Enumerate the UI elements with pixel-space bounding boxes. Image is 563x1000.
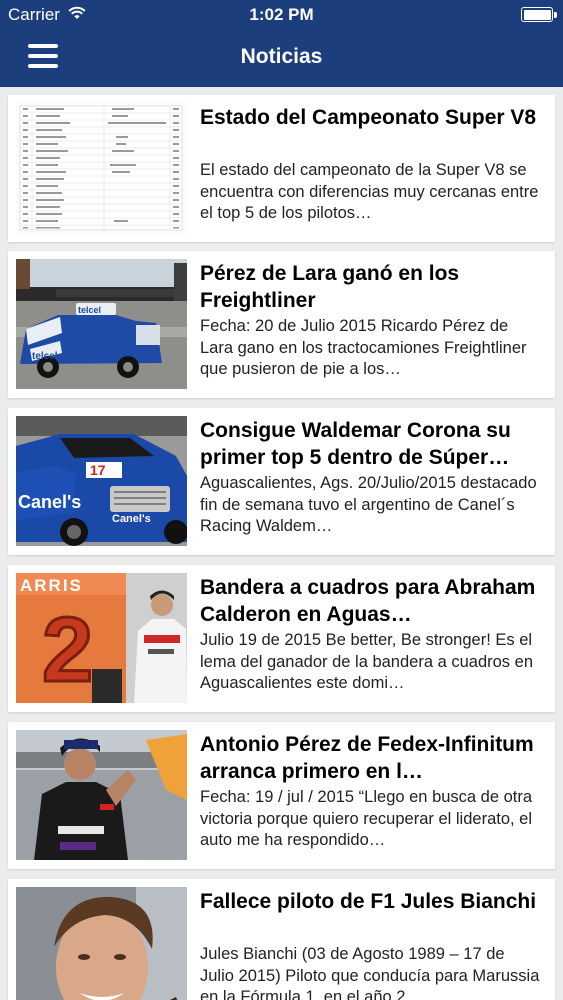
news-item[interactable]: ARRIS 2 Bandera a cuadros para Abraham C… xyxy=(8,565,555,712)
standings-table-thumbnail xyxy=(16,103,187,233)
news-summary: Jules Bianchi (03 de Agosto 1989 – 17 de… xyxy=(200,945,540,1000)
svg-text:telcel: telcel xyxy=(78,305,101,315)
svg-text:17: 17 xyxy=(90,462,106,478)
svg-text:Canel's: Canel's xyxy=(18,492,81,512)
news-item[interactable]: Estado del Campeonato Super V8 El estado… xyxy=(8,95,555,242)
news-title: Pérez de Lara ganó en los Freightliner xyxy=(200,262,460,312)
news-summary: El estado del campeonato de la Super V8 … xyxy=(200,161,539,222)
driver-podium-thumbnail: ARRIS 2 xyxy=(16,573,187,703)
clock: 1:02 PM xyxy=(249,5,314,24)
news-summary: Fecha: 19 / jul / 2015 “Llego en busca d… xyxy=(200,788,533,849)
svg-text:ARRIS: ARRIS xyxy=(20,576,83,595)
battery-icon xyxy=(521,7,557,22)
race-car-thumbnail: 17 Canel's Canel's xyxy=(16,416,187,546)
page-title: Noticias xyxy=(240,45,323,68)
svg-text:telcel: telcel xyxy=(32,351,58,362)
driver-portrait-thumbnail xyxy=(16,887,187,1000)
news-item[interactable]: Fallece piloto de F1 Jules Bianchi Jules… xyxy=(8,879,555,1000)
news-title: Fallece piloto de F1 Jules Bianchi xyxy=(200,890,537,913)
news-item[interactable]: Antonio Pérez de Fedex-Infinitum arranca… xyxy=(8,722,555,869)
svg-text:Canel's: Canel's xyxy=(112,513,151,525)
news-summary: Julio 19 de 2015 Be better, Be stronger!… xyxy=(200,631,533,692)
news-title: Bandera a cuadros para Abraham Calderon … xyxy=(200,576,536,626)
news-title: Estado del Campeonato Super V8 xyxy=(200,106,537,129)
news-item[interactable]: telcel telcel Pérez de Lara ganó en los … xyxy=(8,251,555,398)
status-bar: Carrier 1:02 PM xyxy=(0,0,563,30)
nav-header: Carrier 1:02 PM Noticias xyxy=(0,0,563,87)
news-summary: Aguascalientes, Ags. 20/Julio/2015 desta… xyxy=(200,474,537,535)
svg-text:2: 2 xyxy=(42,599,93,701)
news-title: Consigue Waldemar Corona su primer top 5… xyxy=(200,419,511,469)
news-title: Antonio Pérez de Fedex-Infinitum arranca… xyxy=(200,733,534,783)
driver-celebration-thumbnail xyxy=(16,730,187,860)
race-truck-thumbnail: telcel telcel xyxy=(16,259,187,389)
news-item[interactable]: 17 Canel's Canel's Consigue Waldemar Cor… xyxy=(8,408,555,555)
news-summary: Fecha: 20 de Julio 2015 Ricardo Pérez de… xyxy=(200,317,527,378)
